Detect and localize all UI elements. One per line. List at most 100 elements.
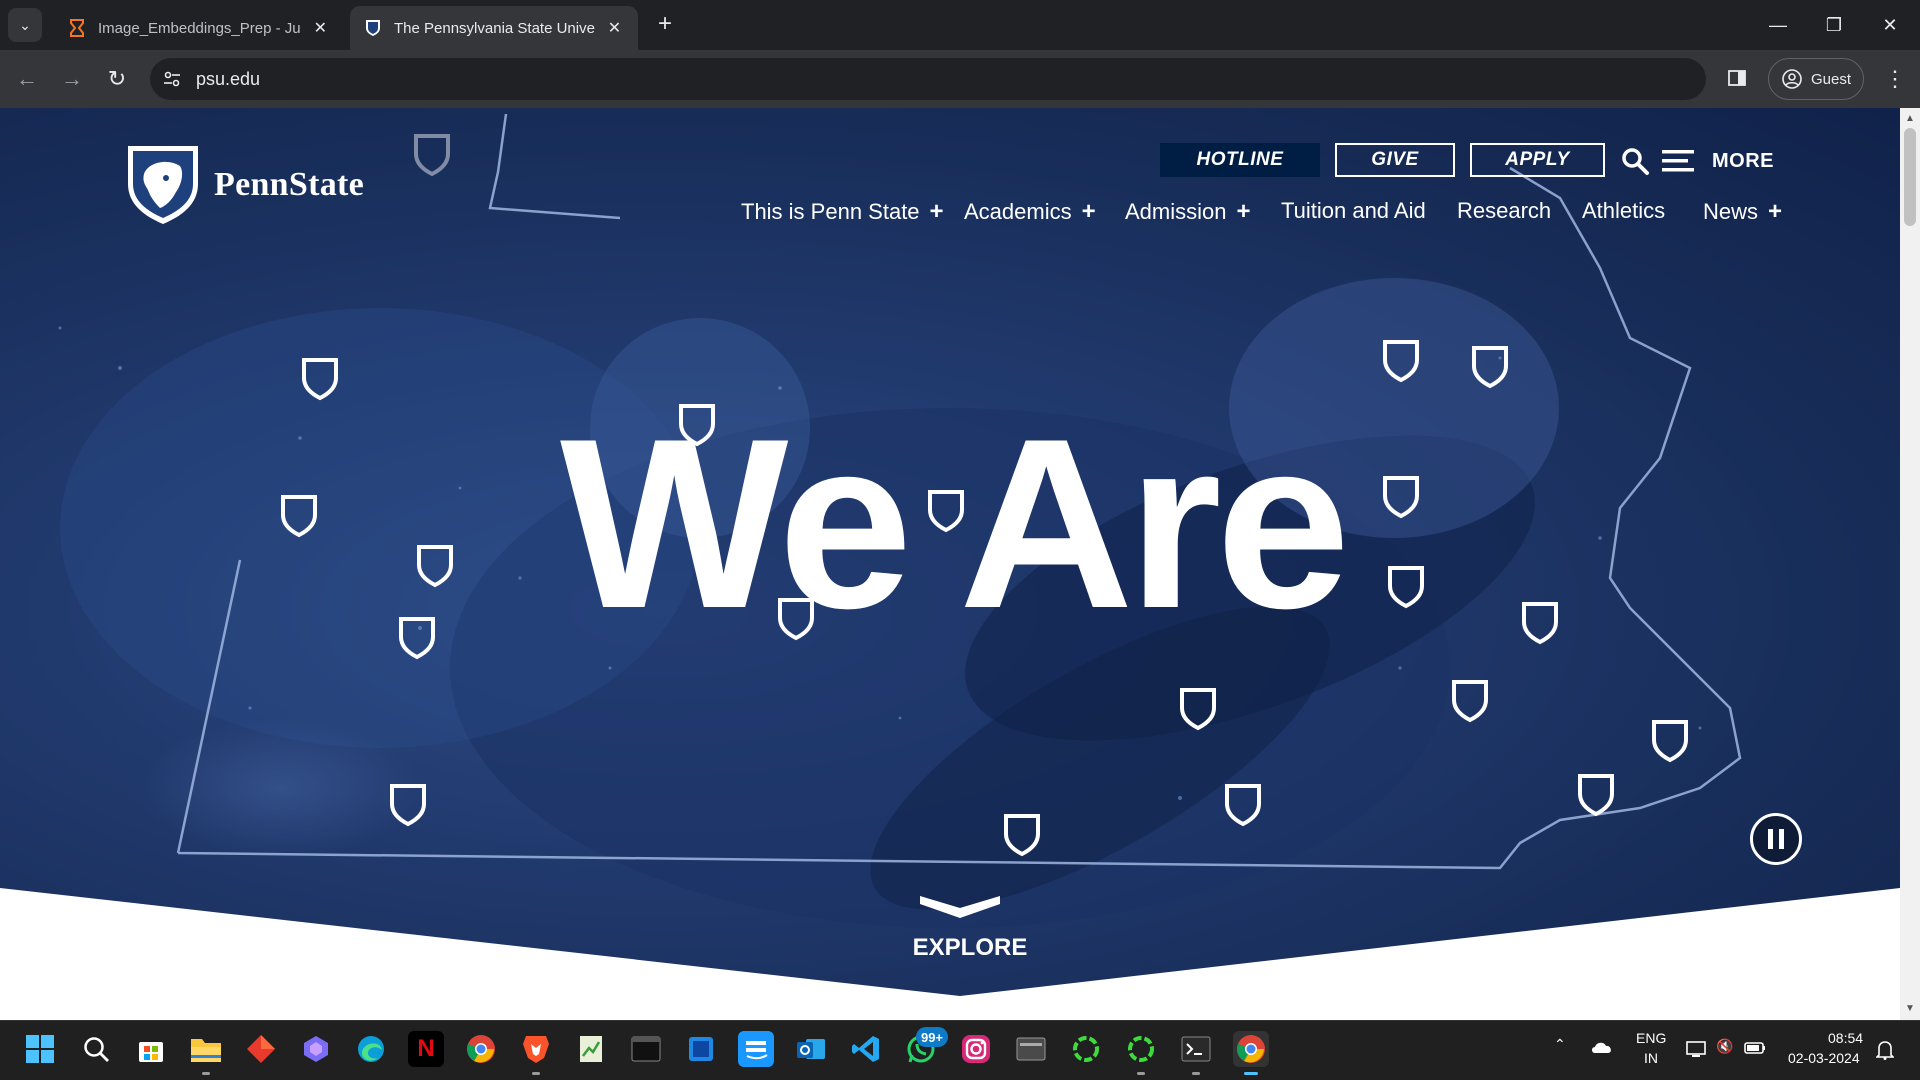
- address-bar[interactable]: [150, 58, 1706, 100]
- hotline-button[interactable]: HOTLINE: [1160, 143, 1320, 177]
- terminal-icon[interactable]: [628, 1031, 664, 1067]
- restore-button[interactable]: ❐: [1806, 0, 1862, 50]
- close-icon[interactable]: ✕: [311, 18, 330, 38]
- plus-icon: +: [929, 198, 944, 225]
- nav-news[interactable]: News +: [1703, 198, 1782, 226]
- chevron-up-icon[interactable]: ⌃: [1554, 1036, 1566, 1053]
- app-sheet-icon[interactable]: [573, 1031, 609, 1067]
- onedrive-cloud-icon[interactable]: [1590, 1040, 1614, 1059]
- running-indicator: [1137, 1072, 1145, 1075]
- tab-title: Image_Embeddings_Prep - Jupy: [98, 19, 301, 37]
- tab-psu[interactable]: The Pennsylvania State Universit ✕: [350, 6, 638, 50]
- side-panel-icon[interactable]: [1726, 67, 1750, 91]
- search-icon[interactable]: [1620, 146, 1650, 176]
- nav-label: Tuition and Aid: [1281, 198, 1426, 223]
- hamburger-menu-icon[interactable]: [1662, 148, 1694, 174]
- pennstate-logo[interactable]: PennState: [126, 144, 364, 226]
- netflix-icon[interactable]: N: [408, 1031, 444, 1067]
- nav-label: Academics: [964, 199, 1072, 224]
- network-icon[interactable]: [1686, 1040, 1706, 1063]
- close-icon[interactable]: ✕: [605, 18, 624, 38]
- vscode-icon[interactable]: [848, 1031, 884, 1067]
- running-indicator: [1192, 1072, 1200, 1075]
- battery-icon[interactable]: [1744, 1040, 1766, 1061]
- plus-icon: +: [1081, 198, 1096, 225]
- instagram-icon[interactable]: [958, 1031, 994, 1067]
- file-explorer-icon[interactable]: [188, 1031, 224, 1067]
- edge-icon[interactable]: [353, 1031, 389, 1067]
- give-button[interactable]: GIVE: [1335, 143, 1455, 177]
- nittany-lion-shield-icon: [128, 146, 198, 224]
- scrollbar-thumb[interactable]: [1904, 128, 1916, 226]
- nav-admission[interactable]: Admission +: [1125, 198, 1251, 226]
- logo-text: PennState: [214, 166, 365, 203]
- plus-icon: +: [1236, 198, 1251, 225]
- reload-button[interactable]: ↻: [100, 62, 134, 96]
- explore-link[interactable]: EXPLORE: [900, 934, 1040, 962]
- chrome-active-icon[interactable]: [1233, 1031, 1269, 1067]
- clock-date[interactable]: 02-03-2024: [1788, 1050, 1860, 1066]
- new-tab-button[interactable]: +: [650, 10, 680, 40]
- terminal-2-icon[interactable]: [1178, 1031, 1214, 1067]
- nav-label: News: [1703, 199, 1759, 224]
- language-region: IN: [1644, 1050, 1658, 1066]
- chrome-icon[interactable]: [463, 1031, 499, 1067]
- nav-label: Admission: [1125, 199, 1227, 224]
- chevron-down-icon: ⌄: [19, 16, 31, 33]
- running-indicator: [532, 1072, 540, 1075]
- psu-shield-icon: [364, 19, 382, 37]
- active-indicator: [1244, 1072, 1258, 1075]
- notification-bell-icon[interactable]: [1875, 1040, 1895, 1065]
- plus-icon: +: [1768, 198, 1783, 225]
- back-button[interactable]: ←: [10, 62, 44, 96]
- volume-muted-icon[interactable]: 🔇: [1716, 1038, 1733, 1055]
- clock-time[interactable]: 08:54: [1828, 1030, 1863, 1046]
- chevron-down-icon[interactable]: [918, 892, 1002, 920]
- store-icon[interactable]: [133, 1031, 169, 1067]
- tab-title: The Pennsylvania State Universit: [394, 19, 595, 37]
- apply-button[interactable]: APPLY: [1470, 143, 1605, 177]
- nav-academics[interactable]: Academics +: [964, 198, 1096, 226]
- scroll-down-arrow-icon[interactable]: ▼: [1900, 1000, 1920, 1018]
- url-text[interactable]: psu.edu: [196, 69, 260, 90]
- prime-video-icon[interactable]: [738, 1031, 774, 1067]
- app-copilot-icon[interactable]: [298, 1031, 334, 1067]
- webpage-viewport: PennState HOTLINE GIVE APPLY MORE This i…: [0, 108, 1900, 1020]
- scroll-up-arrow-icon[interactable]: ▲: [1900, 110, 1920, 128]
- forward-button[interactable]: →: [55, 62, 89, 96]
- nav-tuition-and-aid[interactable]: Tuition and Aid: [1281, 198, 1426, 224]
- profile-label: Guest: [1810, 70, 1852, 88]
- hourglass-icon: [68, 19, 86, 37]
- profile-icon: [1782, 69, 1802, 89]
- brave-icon[interactable]: [518, 1031, 554, 1067]
- app-gray-icon[interactable]: [1013, 1031, 1049, 1067]
- app-red-diamond-icon[interactable]: [243, 1031, 279, 1067]
- pause-video-button[interactable]: [1750, 813, 1802, 865]
- app-green-ring-icon[interactable]: [1068, 1031, 1104, 1067]
- nav-this-is-penn-state[interactable]: This is Penn State +: [741, 198, 944, 226]
- close-window-button[interactable]: ✕: [1862, 0, 1918, 50]
- hero-title: We Are: [560, 389, 1350, 659]
- more-menu-label[interactable]: MORE: [1712, 150, 1774, 173]
- nav-label: Athletics: [1582, 198, 1666, 223]
- app-window-icon[interactable]: [683, 1031, 719, 1067]
- outlook-icon[interactable]: [793, 1031, 829, 1067]
- search-icon[interactable]: [78, 1031, 114, 1067]
- minimize-button[interactable]: —: [1750, 0, 1806, 50]
- nav-athletics[interactable]: Athletics: [1582, 198, 1665, 224]
- nav-research[interactable]: Research: [1457, 198, 1551, 224]
- tab-search-button[interactable]: ⌄: [8, 8, 42, 42]
- notification-badge: 99+: [916, 1027, 948, 1047]
- nav-label: Research: [1457, 198, 1552, 223]
- profile-button[interactable]: Guest: [1768, 58, 1864, 100]
- tab-jupyter[interactable]: Image_Embeddings_Prep - Jupy ✕: [54, 6, 344, 50]
- windows-start-icon[interactable]: [22, 1031, 58, 1067]
- pause-icon: [1768, 829, 1773, 849]
- kebab-menu-icon[interactable]: ⋮: [1884, 66, 1906, 92]
- running-indicator: [202, 1072, 210, 1075]
- app-green-ring-2-icon[interactable]: [1123, 1031, 1159, 1067]
- language-indicator[interactable]: ENG: [1636, 1030, 1666, 1046]
- page-scrollbar[interactable]: [1900, 108, 1920, 1020]
- netflix-letter: N: [417, 1035, 435, 1062]
- site-info-icon[interactable]: [160, 67, 184, 91]
